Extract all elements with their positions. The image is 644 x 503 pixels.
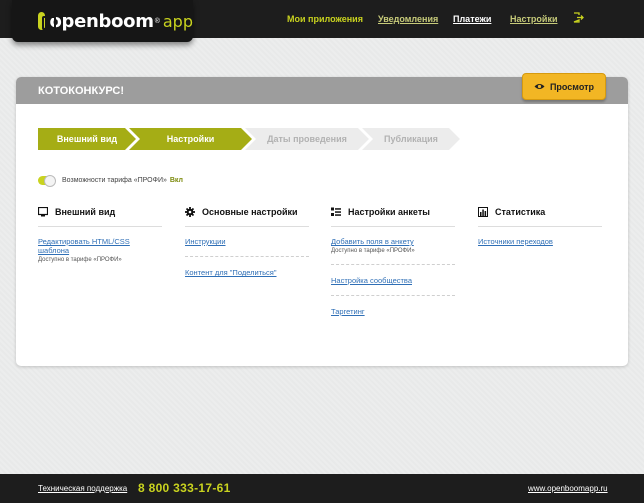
form-list-icon	[331, 207, 341, 216]
nav-my-apps[interactable]: Мои приложения	[287, 14, 363, 24]
edit-html-css-link[interactable]: Редактировать HTML/CSS шаблона	[38, 237, 162, 255]
column-divider	[478, 226, 602, 227]
gear-icon	[185, 207, 195, 217]
column-header: Статистика	[478, 205, 602, 219]
column-title: Внешний вид	[55, 207, 116, 217]
page-title: КОТОКОНКУРС!	[38, 84, 124, 97]
nav-notifications[interactable]: Уведомления	[378, 14, 438, 24]
step-label: Даты проведения	[267, 134, 347, 144]
column-appearance: Внешний вид Редактировать HTML/CSS шабло…	[38, 205, 162, 263]
item-divider	[331, 295, 455, 296]
column-title: Статистика	[495, 207, 546, 217]
logo[interactable]: openboom ® app	[12, 0, 193, 42]
logo-mark-icon	[38, 12, 58, 30]
tariff-note: Доступно в тарифе «ПРОФИ»	[331, 248, 415, 254]
toggle-label: Возможности тарифа «ПРОФИ»	[62, 177, 167, 184]
column-main-settings: Основные настройки Инструкции Контент дл…	[185, 205, 309, 277]
add-form-fields-link[interactable]: Добавить поля в анкету	[331, 237, 455, 246]
footer: Техническая поддержка 8 800 333-17-61 ww…	[0, 474, 644, 503]
eye-icon	[534, 84, 545, 89]
item-divider	[331, 264, 455, 265]
preview-button[interactable]: Просмотр	[522, 73, 606, 100]
support-phone: 8 800 333-17-61	[138, 481, 231, 495]
step-label: Публикация	[384, 134, 438, 144]
monitor-icon	[38, 207, 48, 217]
column-divider	[185, 226, 309, 227]
bar-chart-icon	[478, 207, 488, 217]
step-label: Внешний вид	[56, 134, 118, 144]
support-link[interactable]: Техническая поддержка	[38, 484, 127, 493]
step-label: Настройки	[166, 134, 215, 144]
column-title: Настройки анкеты	[348, 207, 430, 217]
column-header: Настройки анкеты	[331, 205, 455, 219]
step-settings[interactable]: Настройки	[129, 128, 252, 150]
item-divider	[185, 256, 309, 257]
pro-features-toggle-row: Возможности тарифа «ПРОФИ» Вкл	[38, 175, 183, 187]
column-form-settings: Настройки анкеты Добавить поля в анкету …	[331, 205, 455, 316]
targeting-link[interactable]: Таргетинг	[331, 307, 455, 316]
toggle-state: Вкл	[169, 177, 183, 184]
top-bar: openboom ® app Мои приложения Уведомления…	[0, 0, 644, 42]
tariff-note: Доступно в тарифе «ПРОФИ»	[38, 257, 122, 263]
share-content-link[interactable]: Контент для "Поделиться"	[185, 268, 309, 277]
step-dates[interactable]: Даты проведения	[245, 128, 369, 150]
nav-payments[interactable]: Платежи	[453, 14, 491, 24]
step-appearance[interactable]: Внешний вид	[38, 128, 136, 150]
column-header: Внешний вид	[38, 205, 162, 219]
pro-features-toggle[interactable]	[38, 175, 56, 187]
column-header: Основные настройки	[185, 205, 309, 219]
step-publication[interactable]: Публикация	[362, 128, 460, 150]
site-link[interactable]: www.openboomapp.ru	[528, 484, 608, 493]
logout-icon[interactable]	[573, 12, 584, 23]
instructions-link[interactable]: Инструкции	[185, 237, 309, 246]
logo-app-text: app	[162, 11, 193, 31]
traffic-sources-link[interactable]: Источники переходов	[478, 237, 602, 246]
nav-settings[interactable]: Настройки	[510, 14, 557, 24]
column-divider	[38, 226, 162, 227]
community-settings-link[interactable]: Настройка сообщества	[331, 276, 455, 285]
column-divider	[331, 226, 455, 227]
column-title: Основные настройки	[202, 207, 298, 217]
preview-button-label: Просмотр	[549, 81, 595, 92]
logo-registered-mark: ®	[154, 17, 160, 25]
logo-text: openboom	[49, 10, 154, 32]
column-statistics: Статистика Источники переходов	[478, 205, 602, 246]
